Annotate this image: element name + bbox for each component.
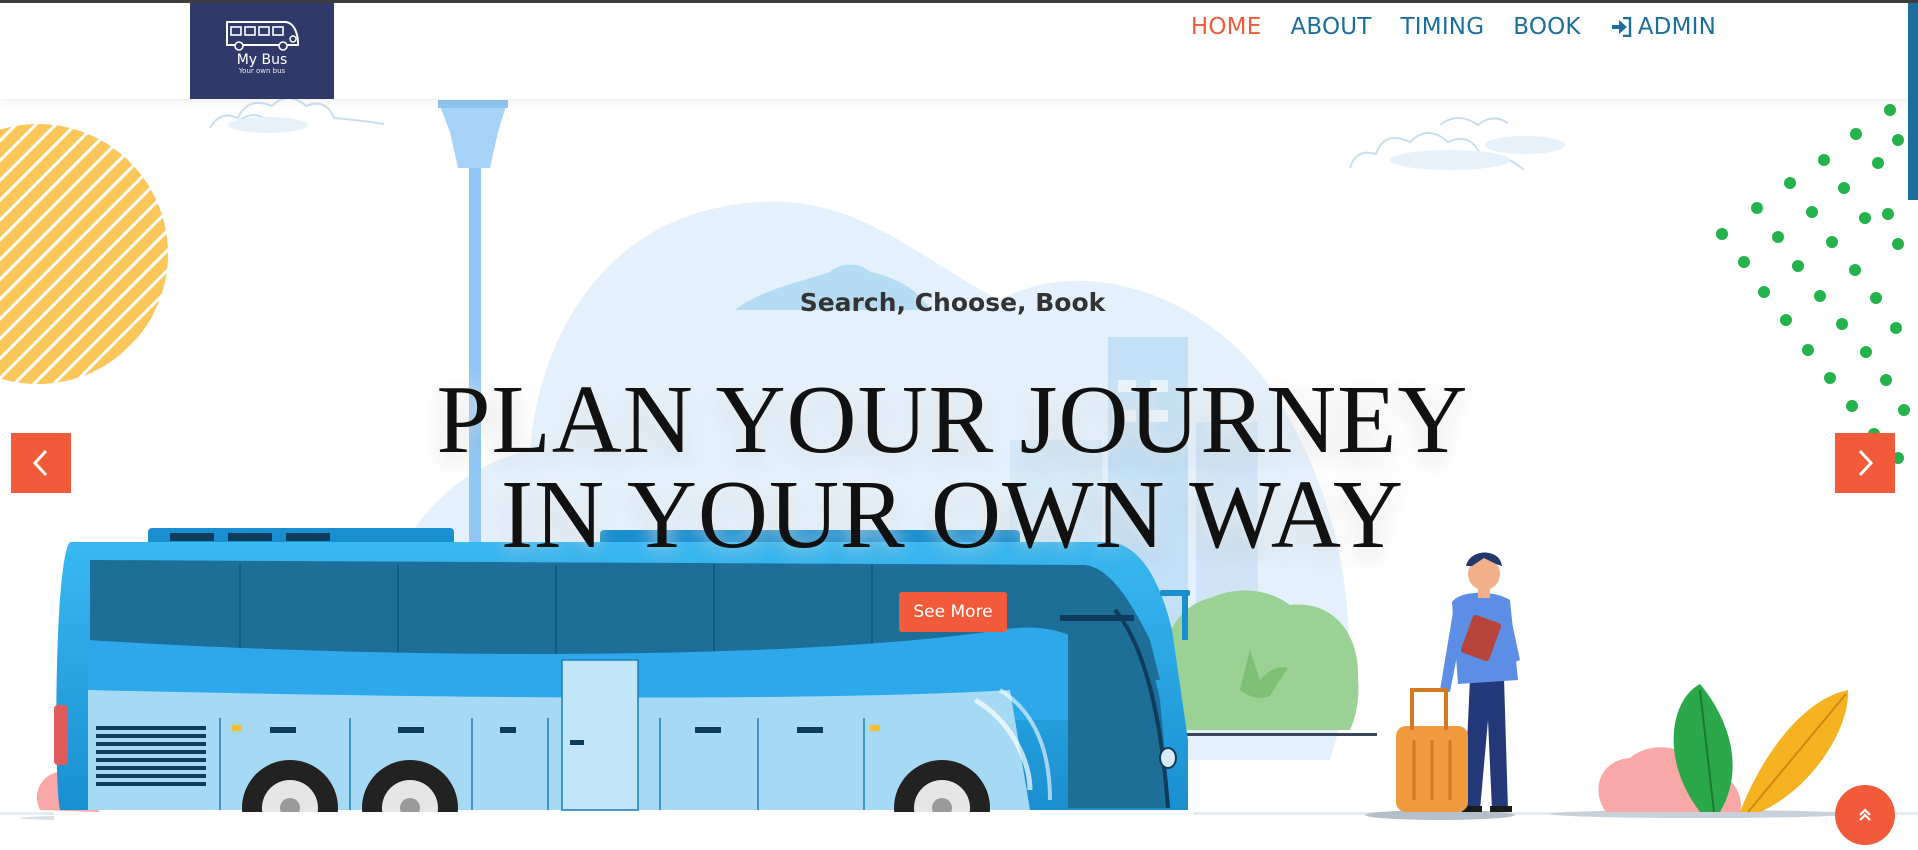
hero-headline-line: PLAN YOUR JOURNEY xyxy=(436,366,1469,473)
hero-banner: Search, Choose, Book PLAN YOUR JOURNEY I… xyxy=(0,0,1918,850)
chevron-left-icon xyxy=(32,449,48,477)
decor-circle xyxy=(0,124,168,384)
logo[interactable]: My Bus Your own bus xyxy=(190,3,334,99)
nav-book[interactable]: BOOK xyxy=(1513,14,1580,40)
hero-subtitle: Search, Choose, Book xyxy=(799,288,1106,317)
bus-illustration xyxy=(54,528,1194,850)
nav-admin-label: ADMIN xyxy=(1637,14,1716,40)
plant-illustration xyxy=(1598,684,1849,813)
sign-in-icon xyxy=(1611,17,1631,37)
hero-headline: PLAN YOUR JOURNEY IN YOUR OWN WAY xyxy=(0,366,1905,568)
logo-name: My Bus xyxy=(236,52,288,68)
page: Search, Choose, Book PLAN YOUR JOURNEY I… xyxy=(0,0,1918,850)
logo-tagline: Your own bus xyxy=(238,67,286,75)
nav-about[interactable]: ABOUT xyxy=(1290,14,1371,40)
top-border xyxy=(0,0,1918,3)
bus-icon xyxy=(226,21,299,51)
see-more-button[interactable]: See More xyxy=(899,592,1007,632)
site-header: My Bus Your own bus HOME ABOUT TIMING BO… xyxy=(0,0,1918,99)
double-chevron-up-icon xyxy=(1859,808,1871,821)
nav-timing[interactable]: TIMING xyxy=(1401,14,1485,40)
nav-home[interactable]: HOME xyxy=(1191,14,1262,40)
scrollbar-thumb[interactable] xyxy=(1908,0,1918,200)
scroll-to-top-button[interactable] xyxy=(1835,785,1895,845)
carousel-prev-button[interactable] xyxy=(11,433,71,493)
carousel-next-button[interactable] xyxy=(1835,433,1895,493)
nav-admin[interactable]: ADMIN xyxy=(1610,14,1716,40)
cloud xyxy=(209,97,1525,171)
hero-headline-line: IN YOUR OWN WAY xyxy=(500,461,1405,568)
chevron-right-icon xyxy=(1858,449,1874,477)
traveller-illustration xyxy=(1396,552,1520,812)
main-nav: HOME ABOUT TIMING BOOK ADMIN xyxy=(1162,12,1716,42)
